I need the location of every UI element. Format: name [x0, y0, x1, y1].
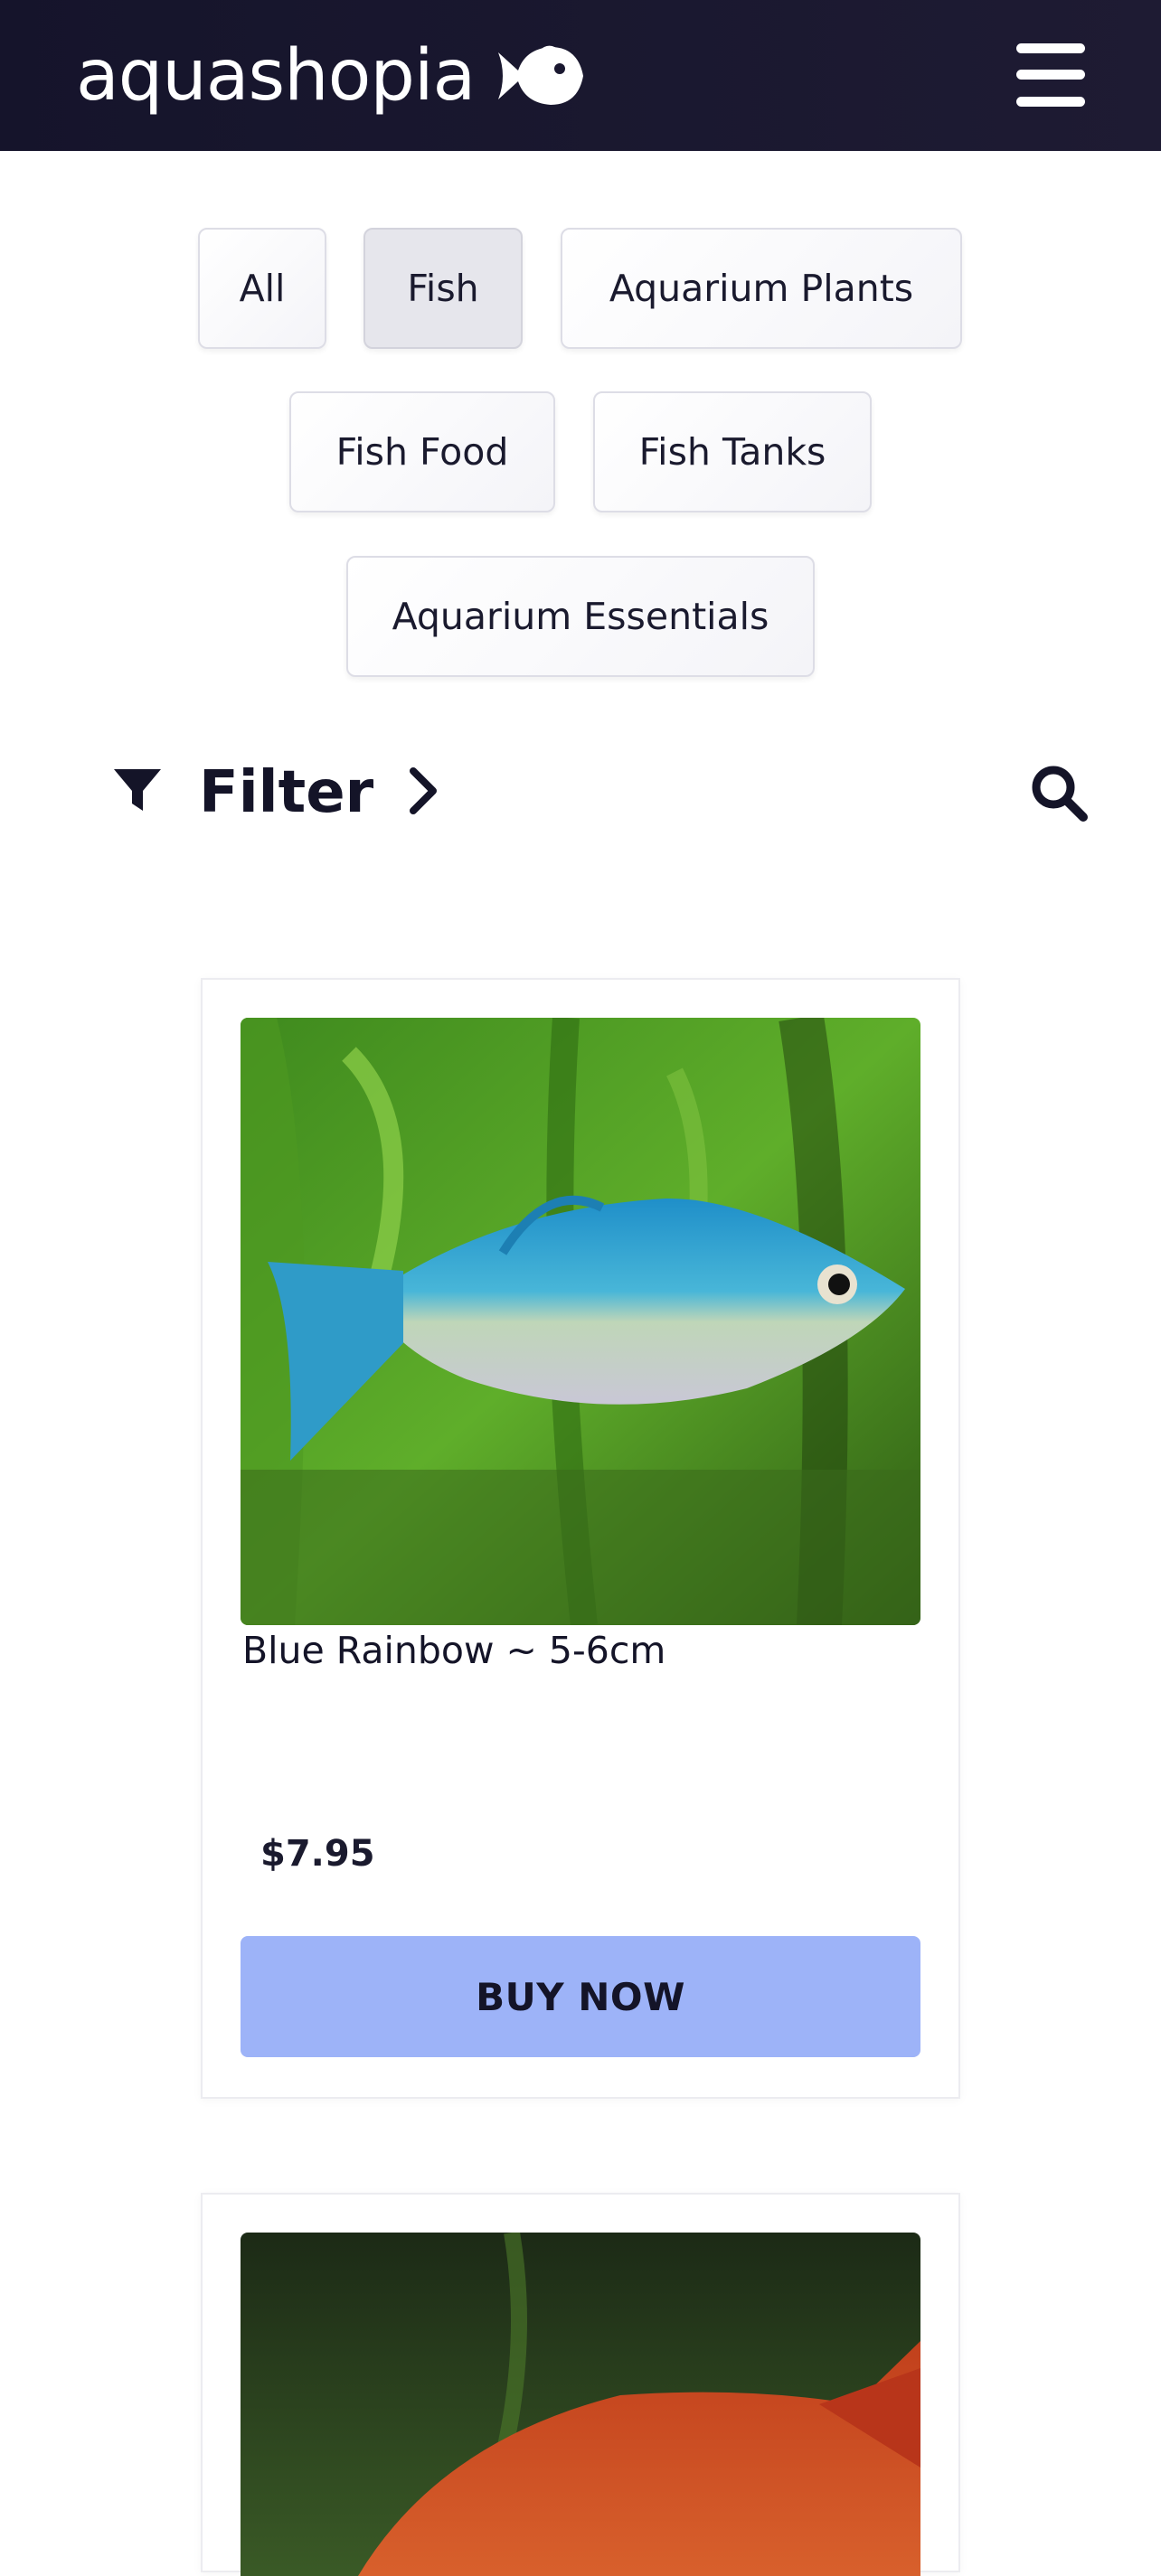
funnel-icon [112, 767, 163, 818]
category-pill-aquarium-plants[interactable]: Aquarium Plants [561, 228, 962, 349]
category-pill-fish-tanks[interactable]: Fish Tanks [593, 391, 872, 512]
filter-toggle[interactable]: Filter [112, 757, 439, 828]
category-label: Aquarium Plants [609, 267, 914, 310]
category-pill-fish[interactable]: Fish [363, 228, 523, 349]
logo[interactable]: aquashopia [76, 34, 585, 118]
filter-label: Filter [199, 759, 374, 826]
category-label: Aquarium Essentials [392, 595, 769, 638]
hamburger-menu-icon[interactable] [1016, 43, 1085, 107]
category-label: Fish Food [335, 430, 509, 474]
top-header: aquashopia [0, 0, 1161, 151]
product-card: Blue Rainbow ~ 5-6cm $7.95 BUY NOW [201, 978, 960, 2099]
product-image[interactable] [241, 2233, 920, 2576]
category-pill-fish-food[interactable]: Fish Food [289, 391, 555, 512]
category-pill-all[interactable]: All [198, 228, 326, 349]
category-label: Fish [407, 267, 479, 310]
category-label: Fish Tanks [638, 430, 826, 474]
category-label: All [239, 267, 286, 310]
category-pill-aquarium-essentials[interactable]: Aquarium Essentials [346, 556, 815, 677]
logo-text: aquashopia [76, 35, 476, 117]
search-icon[interactable] [1029, 763, 1089, 823]
product-name[interactable]: Blue Rainbow ~ 5-6cm [242, 1629, 665, 1672]
product-price: $7.95 [260, 1833, 375, 1875]
product-card [201, 2193, 960, 2576]
chevron-right-icon [408, 766, 439, 820]
fish-icon [495, 40, 585, 112]
buy-now-button[interactable]: BUY NOW [241, 1936, 920, 2057]
product-image[interactable] [241, 1018, 920, 1625]
